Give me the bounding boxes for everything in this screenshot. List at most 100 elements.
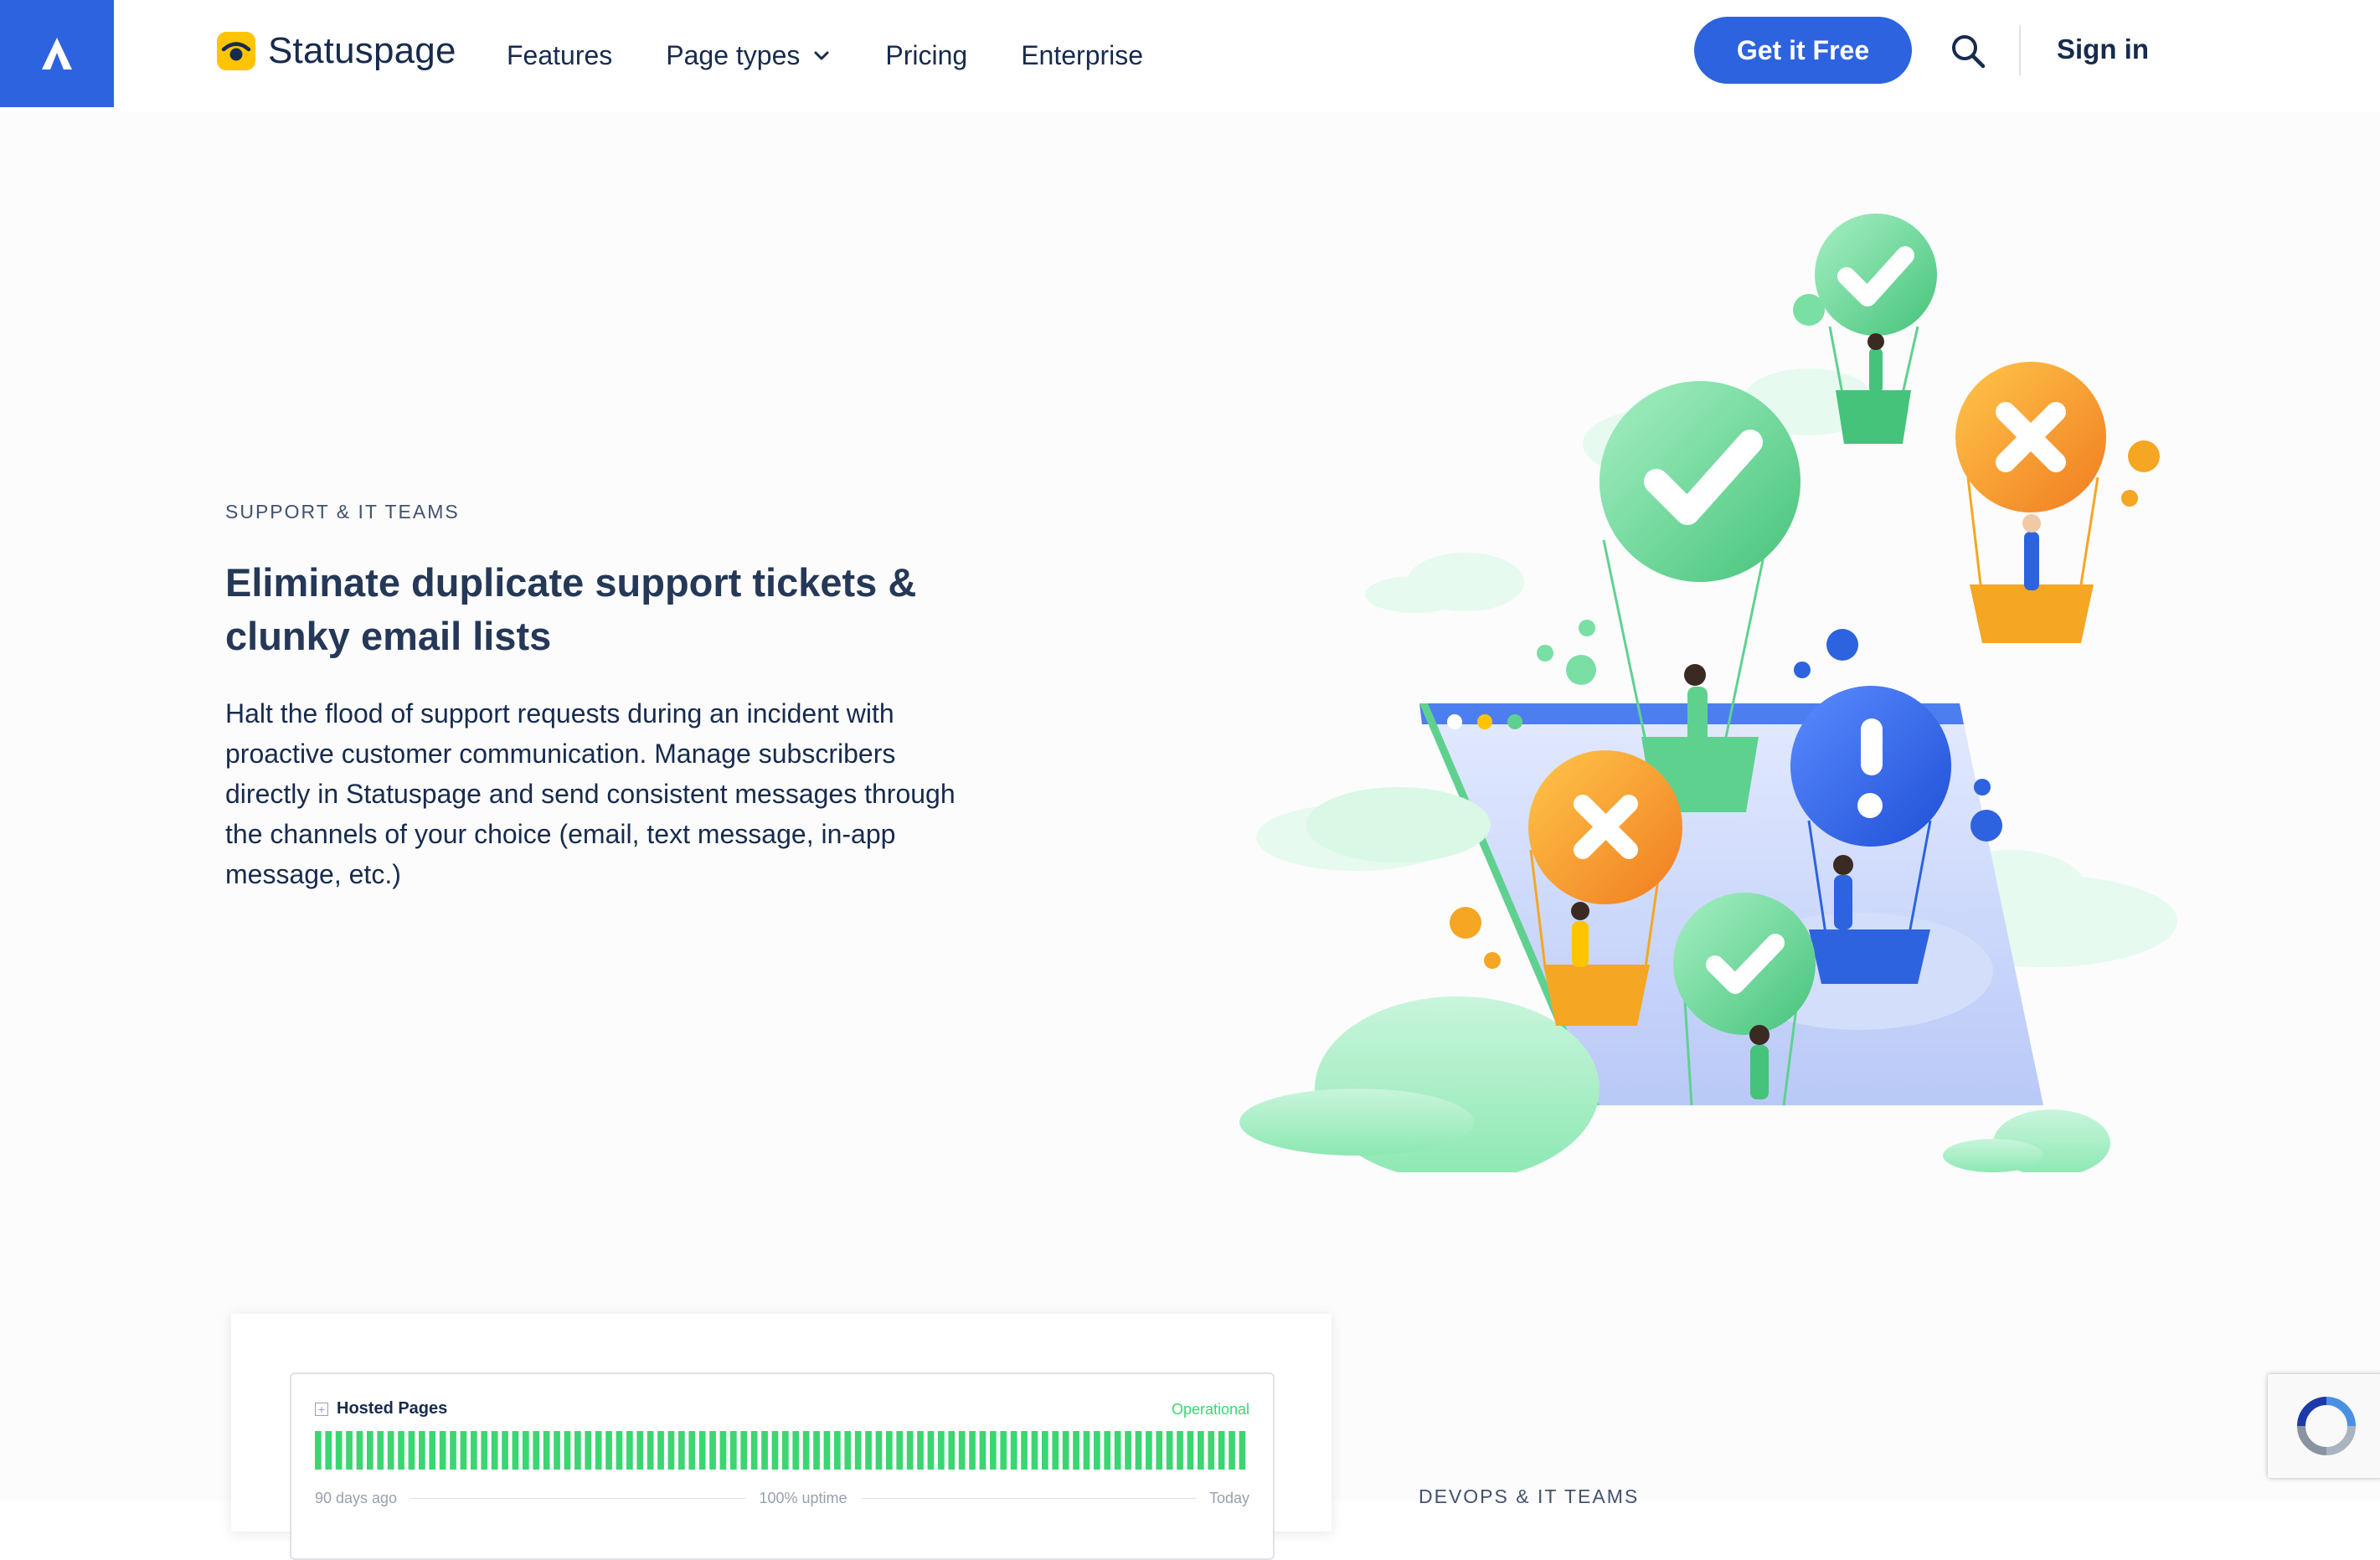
- uptime-bar[interactable]: [750, 1431, 758, 1470]
- uptime-bar[interactable]: [865, 1431, 872, 1470]
- uptime-bar[interactable]: [543, 1431, 550, 1470]
- uptime-bar[interactable]: [367, 1431, 373, 1470]
- uptime-bar[interactable]: [585, 1431, 592, 1470]
- nav-link-pricing[interactable]: Pricing: [885, 32, 967, 79]
- uptime-bar[interactable]: [460, 1431, 467, 1470]
- uptime-bar[interactable]: [554, 1431, 560, 1470]
- uptime-bar[interactable]: [564, 1431, 571, 1470]
- uptime-bar[interactable]: [813, 1431, 820, 1470]
- nav-link-page-types[interactable]: Page types: [666, 32, 832, 79]
- uptime-bar[interactable]: [948, 1431, 956, 1470]
- uptime-bar[interactable]: [647, 1431, 654, 1470]
- uptime-bar[interactable]: [688, 1431, 696, 1470]
- uptime-bar[interactable]: [471, 1431, 477, 1470]
- uptime-bar[interactable]: [927, 1431, 935, 1470]
- uptime-bar[interactable]: [429, 1431, 436, 1470]
- uptime-bar[interactable]: [958, 1431, 966, 1470]
- uptime-bar[interactable]: [1187, 1431, 1194, 1470]
- uptime-bar[interactable]: [1177, 1431, 1183, 1470]
- get-it-free-button[interactable]: Get it Free: [1694, 17, 1912, 84]
- uptime-bar[interactable]: [979, 1431, 987, 1470]
- sign-in-link[interactable]: Sign in: [2057, 33, 2149, 65]
- uptime-bar[interactable]: [1073, 1431, 1079, 1470]
- uptime-bar[interactable]: [1083, 1431, 1090, 1470]
- uptime-bar[interactable]: [896, 1431, 904, 1470]
- uptime-bar[interactable]: [1218, 1431, 1225, 1470]
- expand-icon[interactable]: +: [315, 1402, 328, 1416]
- atlassian-logo-icon[interactable]: [0, 0, 114, 107]
- uptime-bar[interactable]: [844, 1431, 852, 1470]
- uptime-bar[interactable]: [1156, 1431, 1163, 1470]
- uptime-bar[interactable]: [657, 1431, 664, 1470]
- statuspage-logo[interactable]: Statuspage: [216, 27, 456, 75]
- uptime-bar[interactable]: [854, 1431, 862, 1470]
- uptime-bar[interactable]: [1010, 1431, 1017, 1470]
- uptime-bar[interactable]: [1052, 1431, 1059, 1470]
- uptime-bar[interactable]: [1104, 1431, 1111, 1470]
- uptime-bar[interactable]: [1114, 1431, 1121, 1470]
- uptime-bar[interactable]: [761, 1431, 768, 1470]
- uptime-bar[interactable]: [1062, 1431, 1069, 1470]
- uptime-bar[interactable]: [481, 1431, 488, 1470]
- uptime-bar[interactable]: [875, 1431, 883, 1470]
- uptime-bar[interactable]: [802, 1431, 810, 1470]
- uptime-bar[interactable]: [823, 1431, 831, 1470]
- uptime-bar[interactable]: [1094, 1431, 1100, 1470]
- uptime-bar[interactable]: [616, 1431, 623, 1470]
- uptime-bar[interactable]: [1000, 1431, 1007, 1470]
- uptime-bar[interactable]: [906, 1431, 914, 1470]
- uptime-bar[interactable]: [1031, 1431, 1038, 1470]
- uptime-bar[interactable]: [834, 1431, 841, 1470]
- uptime-bar[interactable]: [990, 1431, 997, 1470]
- uptime-bar[interactable]: [1021, 1431, 1028, 1470]
- uptime-bar[interactable]: [387, 1431, 394, 1470]
- uptime-bar[interactable]: [730, 1431, 737, 1470]
- uptime-bar[interactable]: [917, 1431, 924, 1470]
- uptime-bar[interactable]: [782, 1431, 789, 1470]
- recaptcha-badge[interactable]: [2268, 1374, 2380, 1478]
- uptime-bar[interactable]: [356, 1431, 363, 1470]
- uptime-bar[interactable]: [1146, 1431, 1152, 1470]
- uptime-bar[interactable]: [1239, 1431, 1246, 1470]
- uptime-bar[interactable]: [325, 1431, 332, 1470]
- uptime-bar[interactable]: [969, 1431, 976, 1470]
- uptime-bar[interactable]: [1198, 1431, 1204, 1470]
- uptime-bar[interactable]: [346, 1431, 353, 1470]
- uptime-bar[interactable]: [678, 1431, 685, 1470]
- uptime-bar[interactable]: [377, 1431, 384, 1470]
- uptime-bar[interactable]: [408, 1431, 415, 1470]
- uptime-bar[interactable]: [1125, 1431, 1131, 1470]
- uptime-bar[interactable]: [626, 1431, 633, 1470]
- uptime-bar[interactable]: [1166, 1431, 1173, 1470]
- uptime-bar[interactable]: [740, 1431, 748, 1470]
- uptime-bar[interactable]: [491, 1431, 498, 1470]
- uptime-bar[interactable]: [439, 1431, 446, 1470]
- uptime-bar[interactable]: [512, 1431, 519, 1470]
- uptime-bar[interactable]: [938, 1431, 945, 1470]
- uptime-bar[interactable]: [523, 1431, 529, 1470]
- uptime-bar[interactable]: [709, 1431, 716, 1470]
- uptime-bar[interactable]: [419, 1431, 425, 1470]
- uptime-bar[interactable]: [667, 1431, 675, 1470]
- uptime-bar[interactable]: [398, 1431, 404, 1470]
- uptime-bar[interactable]: [605, 1431, 612, 1470]
- uptime-bar[interactable]: [450, 1431, 456, 1470]
- uptime-bar[interactable]: [1042, 1431, 1048, 1470]
- uptime-bar[interactable]: [1208, 1431, 1215, 1470]
- uptime-bar[interactable]: [792, 1431, 800, 1470]
- uptime-bar[interactable]: [595, 1431, 602, 1470]
- uptime-bar[interactable]: [636, 1431, 644, 1470]
- uptime-bar[interactable]: [533, 1431, 540, 1470]
- uptime-bar[interactable]: [315, 1431, 322, 1470]
- uptime-bar[interactable]: [1229, 1431, 1235, 1470]
- nav-link-enterprise[interactable]: Enterprise: [1021, 32, 1143, 79]
- search-icon[interactable]: [1949, 32, 1987, 70]
- uptime-bar[interactable]: [698, 1431, 706, 1470]
- uptime-bar[interactable]: [574, 1431, 581, 1470]
- uptime-bar[interactable]: [1135, 1431, 1142, 1470]
- uptime-bar[interactable]: [502, 1431, 508, 1470]
- uptime-bar[interactable]: [771, 1431, 779, 1470]
- nav-link-features[interactable]: Features: [507, 32, 612, 79]
- uptime-bar[interactable]: [719, 1431, 727, 1470]
- uptime-bar[interactable]: [886, 1431, 893, 1470]
